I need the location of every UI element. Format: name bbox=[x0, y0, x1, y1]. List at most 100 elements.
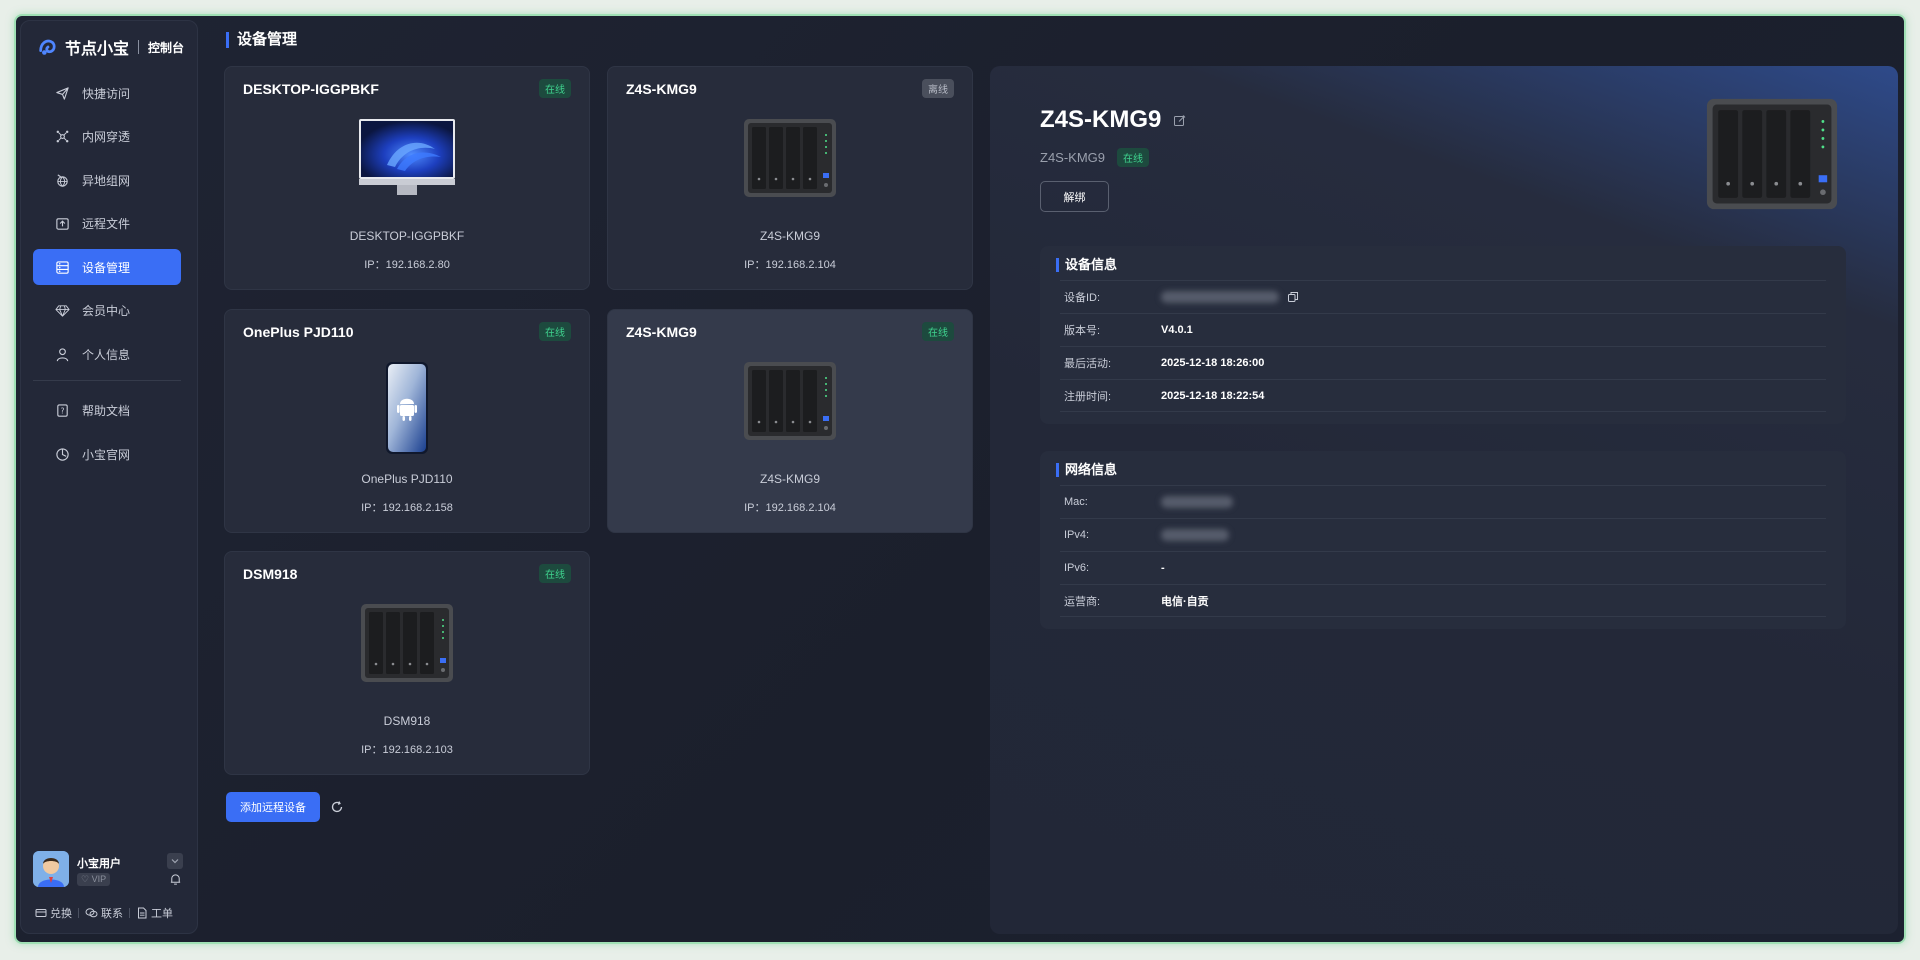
device-title: DESKTOP-IGGPBKF bbox=[243, 81, 379, 97]
brand-subtitle: 控制台 bbox=[148, 40, 185, 55]
device-name: DSM918 bbox=[383, 714, 431, 728]
nav-item-member-center[interactable]: 会员中心 bbox=[33, 293, 181, 329]
nav-item-intranet[interactable]: 内网穿透 bbox=[33, 119, 181, 155]
copy-icon[interactable] bbox=[1287, 291, 1299, 303]
nav-item-quick-access[interactable]: 快捷访问 bbox=[33, 75, 181, 111]
avatar[interactable] bbox=[33, 851, 69, 887]
device-name: DESKTOP-IGGPBKF bbox=[349, 229, 465, 243]
device-ip: IP：192.168.2.104 bbox=[744, 259, 836, 271]
nav-menu: 快捷访问 内网穿透 异地组网 远程文件 设备管理 会员中心 个人信息 ? 帮助文… bbox=[33, 75, 181, 480]
app-window: 节点小宝 控制台 快捷访问 内网穿透 异地组网 远程文件 设备管理 会员中心 个… bbox=[14, 14, 1906, 944]
nav-divider bbox=[33, 379, 181, 381]
nav-item-label: 内网穿透 bbox=[82, 130, 131, 144]
detail-model: Z4S-KMG9 bbox=[1040, 150, 1106, 165]
device-card-selected[interactable]: Z4S-KMG9 在线 Z4S-KMG9 IP：192.168.2.104 bbox=[607, 309, 973, 533]
device-card[interactable]: Z4S-KMG9 离线 Z4S-KMG9 IP：192.168.2.104 bbox=[607, 66, 973, 290]
info-value: V4.0.1 bbox=[1161, 324, 1193, 336]
network-info-section: 网络信息 Mac: IPv4: IPv6: - 运营商: 电信·自贡 bbox=[1040, 451, 1846, 629]
compass-icon bbox=[56, 447, 69, 461]
ticket-link[interactable]: 工单 bbox=[136, 905, 173, 921]
info-value: 2025-12-18 18:26:00 bbox=[1161, 357, 1265, 369]
redeem-link[interactable]: 兑换 bbox=[35, 905, 72, 921]
ipv4-redacted bbox=[1161, 529, 1229, 541]
refresh-icon[interactable] bbox=[330, 800, 344, 814]
info-key: 设备ID: bbox=[1064, 292, 1101, 304]
device-id-redacted bbox=[1161, 291, 1279, 303]
info-key: 注册时间: bbox=[1064, 390, 1112, 403]
user-menu-toggle[interactable] bbox=[167, 853, 183, 869]
network-icon bbox=[56, 130, 69, 143]
nav-item-label: 远程文件 bbox=[82, 217, 131, 231]
vip-label: VIP bbox=[91, 874, 107, 884]
nav-item-label: 个人信息 bbox=[82, 347, 131, 362]
svg-text:?: ? bbox=[61, 406, 65, 415]
info-row: 注册时间: 2025-12-18 18:22:54 bbox=[1060, 379, 1826, 412]
globe-icon bbox=[57, 173, 68, 187]
info-row: 运营商: 电信·自贡 bbox=[1060, 584, 1826, 617]
detail-title: Z4S-KMG9 bbox=[1040, 106, 1186, 134]
nav-item-label: 小宝官网 bbox=[82, 447, 131, 462]
user-icon bbox=[56, 347, 69, 361]
nav-item-profile[interactable]: 个人信息 bbox=[33, 336, 181, 372]
info-key: Mac: bbox=[1064, 496, 1088, 508]
nav-item-label: 会员中心 bbox=[82, 304, 131, 318]
user-name: 小宝用户 bbox=[77, 858, 121, 870]
brand-logo-icon bbox=[39, 39, 56, 55]
info-row: 版本号: V4.0.1 bbox=[1060, 313, 1826, 346]
section-title: 设备信息 bbox=[1056, 258, 1826, 272]
nav-item-device-management[interactable]: 设备管理 bbox=[33, 249, 181, 285]
device-ip: IP：192.168.2.104 bbox=[744, 502, 836, 514]
nav-item-official-site[interactable]: 小宝官网 bbox=[33, 436, 181, 472]
device-title: OnePlus PJD110 bbox=[243, 324, 354, 340]
info-row: 设备ID: bbox=[1060, 280, 1826, 313]
detail-subtitle: Z4S-KMG9 在线 bbox=[1040, 148, 1150, 167]
page-title: 设备管理 bbox=[226, 32, 297, 48]
ticket-label: 工单 bbox=[151, 908, 173, 920]
nas-device-icon bbox=[744, 362, 836, 440]
nas-device-icon bbox=[361, 604, 453, 682]
link-separator bbox=[129, 908, 130, 918]
device-title: DSM918 bbox=[243, 566, 298, 582]
mac-redacted bbox=[1161, 496, 1233, 508]
device-id-value bbox=[1161, 291, 1299, 303]
brand-divider bbox=[138, 40, 140, 54]
device-title: Z4S-KMG9 bbox=[626, 81, 697, 97]
nav-item-help-docs[interactable]: ? 帮助文档 bbox=[33, 393, 181, 429]
device-card[interactable]: DSM918 在线 DSM918 IP：192.168.2.103 bbox=[224, 551, 590, 775]
status-badge: 在线 bbox=[539, 79, 571, 98]
status-badge: 在线 bbox=[1117, 148, 1150, 167]
status-badge: 在线 bbox=[539, 322, 571, 341]
edit-icon[interactable] bbox=[1173, 114, 1186, 127]
upload-folder-icon bbox=[56, 218, 69, 230]
nav-item-label: 帮助文档 bbox=[82, 404, 131, 418]
status-badge: 离线 bbox=[922, 79, 954, 98]
info-key: IPv6: bbox=[1064, 562, 1090, 574]
add-remote-device-button[interactable]: 添加远程设备 bbox=[226, 792, 320, 822]
link-separator bbox=[78, 908, 79, 918]
nav-item-remote-files[interactable]: 远程文件 bbox=[33, 206, 181, 242]
nas-device-image bbox=[1706, 98, 1838, 210]
device-detail-panel: Z4S-KMG9 Z4S-KMG9 在线 解绑 设备信息 设备ID: 版本号: … bbox=[990, 66, 1898, 934]
contact-link[interactable]: 联系 bbox=[85, 905, 123, 921]
status-badge: 在线 bbox=[539, 564, 571, 583]
phone-android-icon bbox=[386, 362, 428, 454]
help-doc-icon: ? bbox=[57, 404, 68, 417]
nas-device-icon bbox=[744, 119, 836, 197]
brand[interactable]: 节点小宝 控制台 bbox=[37, 35, 184, 59]
bell-icon[interactable] bbox=[169, 873, 182, 886]
info-key: 版本号: bbox=[1064, 325, 1101, 337]
section-title: 网络信息 bbox=[1056, 463, 1826, 477]
device-ip: IP：192.168.2.80 bbox=[364, 259, 450, 271]
send-icon bbox=[56, 86, 69, 100]
unbind-button[interactable]: 解绑 bbox=[1040, 181, 1109, 212]
sidebar: 节点小宝 控制台 快捷访问 内网穿透 异地组网 远程文件 设备管理 会员中心 个… bbox=[20, 20, 198, 934]
chevron-down-icon bbox=[171, 859, 179, 864]
contact-label: 联系 bbox=[101, 908, 123, 920]
ipv4-value bbox=[1161, 529, 1229, 541]
device-ip: IP：192.168.2.158 bbox=[361, 502, 453, 514]
device-card[interactable]: OnePlus PJD110 在线 OnePlus PJD110 IP：192.… bbox=[224, 309, 590, 533]
device-card[interactable]: DESKTOP-IGGPBKF 在线 DESKTOP-IGGPBKF IP：19… bbox=[224, 66, 590, 290]
document-icon bbox=[138, 907, 147, 919]
ticket-icon bbox=[35, 909, 47, 917]
nav-item-remote-network[interactable]: 异地组网 bbox=[33, 162, 181, 198]
